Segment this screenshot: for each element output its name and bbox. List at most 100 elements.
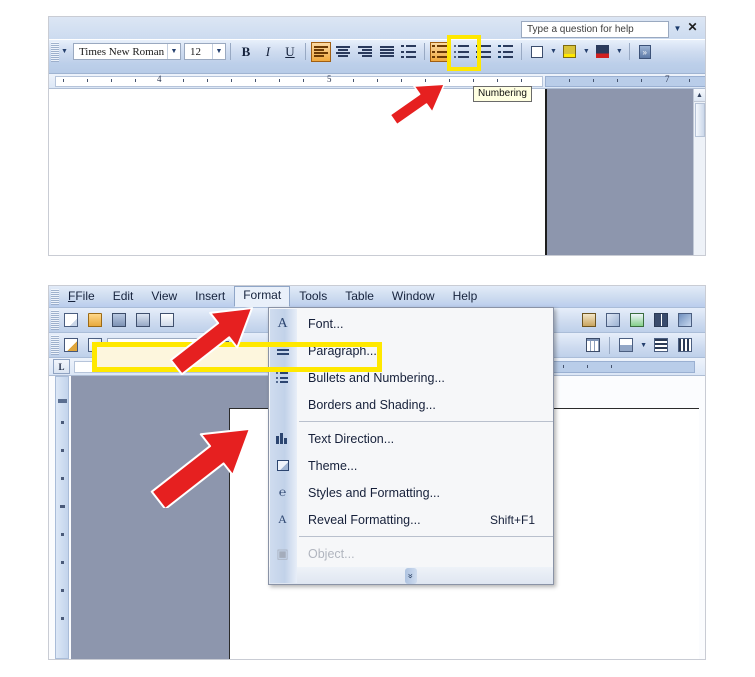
font-color-dropdown-icon[interactable]: ▼ <box>614 48 625 55</box>
object-icon: ▣ <box>276 545 289 561</box>
highlight-button[interactable] <box>560 42 580 62</box>
menu-edit[interactable]: Edit <box>104 287 143 307</box>
format-dropdown-menu: A Font... Paragraph... Bullets and Numbe… <box>268 307 554 585</box>
ruler-number: 4 <box>157 74 162 84</box>
highlight-dropdown-icon[interactable]: ▼ <box>581 48 592 55</box>
document-area[interactable]: ▲ <box>49 89 705 255</box>
menu-tools[interactable]: Tools <box>290 287 336 307</box>
merge-cells-button[interactable] <box>615 335 637 356</box>
columns-button[interactable] <box>650 310 672 331</box>
align-justify-icon <box>379 45 394 58</box>
insert-diagram-button[interactable] <box>602 310 624 331</box>
drawing-button[interactable] <box>674 310 696 331</box>
align-center-button[interactable] <box>333 42 353 62</box>
chevron-down-icon[interactable]: ▼ <box>166 44 180 59</box>
menu-item-object: ▣ Object... <box>269 540 553 567</box>
distribute-columns-button[interactable] <box>674 335 696 356</box>
menu-file-label: File <box>75 288 95 303</box>
vertical-scrollbar[interactable]: ▲ <box>693 89 705 255</box>
menu-item-bullets-and-numbering[interactable]: Bullets and Numbering... <box>269 364 553 391</box>
toolbar-options-button[interactable]: » <box>635 42 655 62</box>
help-dropdown-icon[interactable]: ▼ <box>672 22 683 36</box>
insert-picture-button[interactable] <box>578 310 600 331</box>
menu-window[interactable]: Window <box>383 287 444 307</box>
menubar-grip[interactable] <box>51 288 59 305</box>
scroll-up-icon[interactable]: ▲ <box>694 89 705 102</box>
menu-item-borders-and-shading[interactable]: Borders and Shading... <box>269 391 553 418</box>
menu-expand-button[interactable]: » <box>269 567 553 584</box>
chevron-down-icon[interactable]: ▼ <box>638 342 649 349</box>
open-button[interactable] <box>84 310 106 331</box>
align-left-button[interactable] <box>310 41 331 62</box>
picture-icon <box>582 313 596 327</box>
numbering-tooltip: Numbering <box>473 86 532 102</box>
document-page[interactable] <box>49 89 544 255</box>
toolbar-zone: Type a question for help ▼ ✕ ▼ Times New… <box>49 17 705 74</box>
ruler-margin-handle[interactable] <box>58 399 67 403</box>
increase-indent-button[interactable] <box>496 42 516 62</box>
menu-help[interactable]: Help <box>444 287 487 307</box>
columns-icon <box>654 313 668 327</box>
menu-item-reveal-formatting[interactable]: A Reveal Formatting... Shift+F1 <box>269 506 553 533</box>
word-toolbar-panel: Type a question for help ▼ ✕ ▼ Times New… <box>48 16 706 256</box>
chevron-double-icon: » <box>638 44 651 59</box>
bold-button[interactable]: B <box>236 42 256 62</box>
font-size-combo[interactable]: 12 ▼ <box>183 43 226 60</box>
style-dropdown-icon[interactable]: ▼ <box>59 48 70 55</box>
justify-button[interactable] <box>377 42 397 62</box>
hyperlink-icon <box>630 313 644 327</box>
menu-help-label: Help <box>452 288 478 303</box>
numbering-highlight-box <box>447 35 481 71</box>
menu-tools-label: Tools <box>299 288 328 303</box>
numbering-icon <box>432 45 448 58</box>
distribute-rows-icon <box>654 338 668 352</box>
chevron-down-icon[interactable]: ▼ <box>211 44 225 59</box>
diagram-icon <box>606 313 620 327</box>
tab-stop-selector[interactable]: L <box>53 359 70 374</box>
toolbar-grip[interactable] <box>51 335 59 355</box>
new-document-button[interactable] <box>60 310 82 331</box>
border-dropdown-icon[interactable]: ▼ <box>548 48 559 55</box>
line-spacing-button[interactable] <box>399 42 419 62</box>
underline-button[interactable]: U <box>280 42 300 62</box>
menu-item-reveal-formatting-shortcut: Shift+F1 <box>489 512 535 527</box>
pointer-arrow-numbering <box>380 72 458 132</box>
menu-item-text-direction[interactable]: Text Direction... <box>269 425 553 452</box>
close-icon[interactable]: ✕ <box>686 20 699 35</box>
toolbar-grip[interactable] <box>51 41 59 62</box>
scrollbar-thumb[interactable] <box>695 103 705 137</box>
italic-button[interactable]: I <box>258 42 278 62</box>
draw-table-button[interactable] <box>60 335 82 356</box>
help-question-input[interactable]: Type a question for help <box>521 21 669 38</box>
distribute-rows-button[interactable] <box>650 335 672 356</box>
draw-table-icon <box>64 338 78 352</box>
font-name-combo[interactable]: Times New Roman ▼ <box>72 43 181 60</box>
toolbar-separator <box>609 336 611 354</box>
insert-hyperlink-button[interactable] <box>626 310 648 331</box>
menu-item-theme[interactable]: Theme... <box>269 452 553 479</box>
menu-item-paragraph[interactable]: Paragraph... <box>269 337 553 364</box>
outside-border-button[interactable] <box>527 42 547 62</box>
ruler-track-page <box>55 76 543 87</box>
folder-open-icon <box>88 313 102 327</box>
align-right-button[interactable] <box>355 42 375 62</box>
save-button[interactable] <box>108 310 130 331</box>
border-icon <box>530 45 543 58</box>
font-color-button[interactable] <box>593 42 613 62</box>
menu-item-font[interactable]: A Font... <box>269 310 553 337</box>
formatting-toolbar: ▼ Times New Roman ▼ 12 ▼ B I U ▼ ▼ ▼ » <box>49 39 705 63</box>
menu-file[interactable]: FFile <box>59 287 104 307</box>
menu-item-reveal-formatting-label: Reveal Formatting... <box>308 512 421 527</box>
theme-icon <box>269 452 296 479</box>
menu-bar: FFile Edit View Insert Format Tools Tabl… <box>49 286 705 308</box>
increase-indent-icon <box>498 45 514 58</box>
print-button[interactable] <box>132 310 154 331</box>
toolbar-grip[interactable] <box>51 310 59 330</box>
vertical-ruler[interactable] <box>55 376 69 659</box>
menu-item-object-label: Object... <box>308 546 355 561</box>
horizontal-ruler[interactable]: 4 5 7 <box>49 74 705 89</box>
font-color-icon <box>596 45 610 58</box>
menu-table[interactable]: Table <box>336 287 383 307</box>
insert-table-button[interactable] <box>582 335 604 356</box>
menu-item-styles-and-formatting[interactable]: ℮ Styles and Formatting... <box>269 479 553 506</box>
